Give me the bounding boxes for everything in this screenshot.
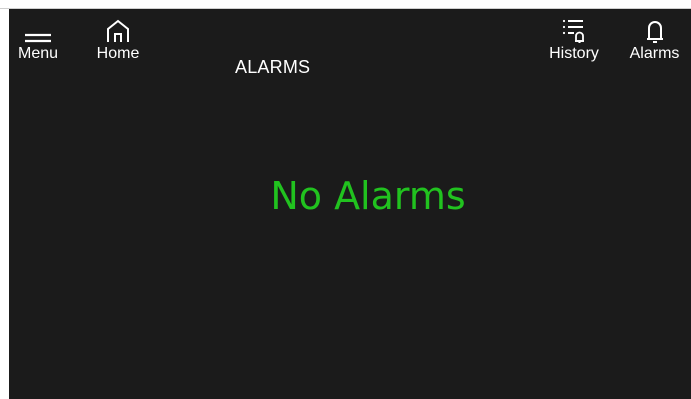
menu-button[interactable]: Menu — [9, 9, 67, 85]
bell-icon — [638, 9, 672, 43]
home-button[interactable]: Home — [85, 9, 151, 85]
window-top-border — [0, 0, 691, 9]
history-label: History — [549, 45, 599, 62]
alarms-button[interactable]: Alarms — [618, 9, 691, 85]
history-list-bell-icon — [557, 9, 591, 43]
home-label: Home — [96, 45, 140, 62]
page-title: ALARMS — [235, 57, 311, 77]
history-button[interactable]: History — [542, 9, 606, 85]
alarms-label: Alarms — [629, 45, 680, 62]
home-icon — [101, 9, 135, 43]
no-alarms-message: No Alarms — [270, 174, 466, 218]
hamburger-menu-icon — [21, 9, 55, 43]
menu-label: Menu — [17, 45, 59, 62]
alarms-screen: Menu Home ALARMS History Alarms No Alarm… — [9, 9, 691, 399]
